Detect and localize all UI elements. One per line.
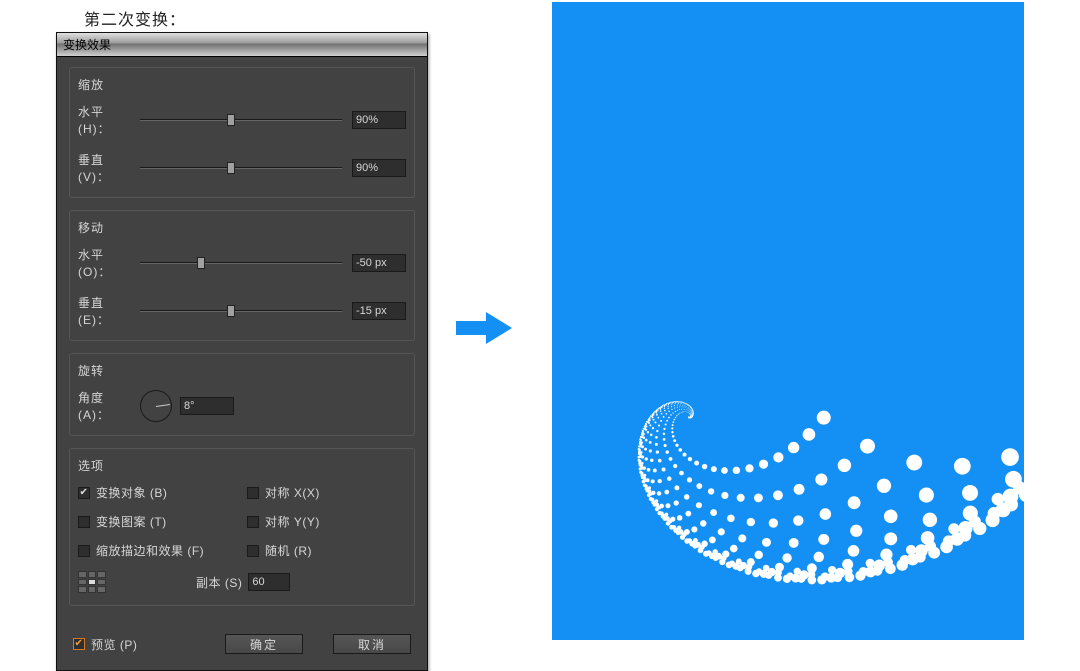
- anchor-grid-icon[interactable]: [78, 571, 106, 593]
- move-legend: 移动: [78, 219, 406, 236]
- cancel-button[interactable]: 取消: [333, 634, 411, 654]
- checkbox-icon: [78, 516, 90, 528]
- move-horizontal-slider[interactable]: [140, 256, 342, 270]
- slider-thumb[interactable]: [227, 305, 235, 317]
- slider-thumb[interactable]: [227, 114, 235, 126]
- opt-label: 缩放描边和效果 (F): [96, 542, 204, 559]
- dialog-title: 变换效果: [57, 36, 111, 53]
- preview-label: 预览 (P): [91, 636, 137, 653]
- opt-label: 对称 Y(Y): [265, 513, 320, 530]
- page-heading: 第二次变换：: [84, 6, 186, 30]
- angle-label: 角度 (A)：: [78, 389, 140, 423]
- move-vertical-slider[interactable]: [140, 304, 342, 318]
- transform-effect-dialog: 变换效果 缩放 水平 (H)： 90% 垂直 (V)： 90% 移动: [56, 32, 428, 671]
- opt-label: 随机 (R): [265, 542, 312, 559]
- scale-horizontal-row: 水平 (H)： 90%: [78, 103, 406, 137]
- scale-horizontal-input[interactable]: 90%: [352, 111, 406, 129]
- options-legend: 选项: [78, 457, 406, 474]
- opt-transform-patterns[interactable]: 变换图案 (T): [78, 513, 237, 530]
- scale-vertical-slider[interactable]: [140, 161, 342, 175]
- move-vertical-row: 垂直 (E)： -15 px: [78, 294, 406, 328]
- move-horizontal-row: 水平 (O)： -50 px: [78, 246, 406, 280]
- move-horizontal-input[interactable]: -50 px: [352, 254, 406, 272]
- scale-horizontal-label: 水平 (H)：: [78, 103, 140, 137]
- scale-group: 缩放 水平 (H)： 90% 垂直 (V)： 90%: [69, 67, 415, 198]
- opt-reflect-x[interactable]: 对称 X(X): [247, 484, 406, 501]
- scale-vertical-row: 垂直 (V)： 90%: [78, 151, 406, 185]
- dialog-footer: ✔ 预览 (P) 确定 取消: [69, 634, 415, 656]
- opt-transform-objects[interactable]: ✔ 变换对象 (B): [78, 484, 237, 501]
- checkbox-icon: [247, 487, 259, 499]
- move-vertical-input[interactable]: -15 px: [352, 302, 406, 320]
- ok-button[interactable]: 确定: [225, 634, 303, 654]
- scale-vertical-label: 垂直 (V)：: [78, 151, 140, 185]
- opt-scale-strokes[interactable]: 缩放描边和效果 (F): [78, 542, 237, 559]
- move-horizontal-label: 水平 (O)：: [78, 246, 140, 280]
- checkbox-icon: ✔: [73, 638, 85, 650]
- dialog-titlebar[interactable]: 变换效果: [57, 33, 427, 57]
- checkbox-icon: [247, 545, 259, 557]
- opt-label: 变换图案 (T): [96, 513, 167, 530]
- scale-horizontal-slider[interactable]: [140, 113, 342, 127]
- preview-checkbox[interactable]: ✔ 预览 (P): [73, 636, 137, 653]
- result-preview: [552, 2, 1024, 640]
- angle-dial[interactable]: [140, 390, 172, 422]
- copies-label: 副本 (S): [196, 574, 242, 591]
- slider-thumb[interactable]: [227, 162, 235, 174]
- rotate-row: 角度 (A)： 8°: [78, 389, 406, 423]
- opt-label: 对称 X(X): [265, 484, 320, 501]
- opt-label: 变换对象 (B): [96, 484, 167, 501]
- spiral-graphic: [552, 2, 1024, 640]
- checkbox-icon: ✔: [78, 487, 90, 499]
- scale-vertical-input[interactable]: 90%: [352, 159, 406, 177]
- rotate-group: 旋转 角度 (A)： 8°: [69, 353, 415, 436]
- dialog-body: 缩放 水平 (H)： 90% 垂直 (V)： 90% 移动 水平 (O)：: [57, 57, 427, 670]
- checkbox-icon: [247, 516, 259, 528]
- angle-input[interactable]: 8°: [180, 397, 234, 415]
- opt-reflect-y[interactable]: 对称 Y(Y): [247, 513, 406, 530]
- opt-random[interactable]: 随机 (R): [247, 542, 406, 559]
- options-group: 选项 ✔ 变换对象 (B) 对称 X(X) 变换图案 (T) 对称 Y(Y): [69, 448, 415, 606]
- scale-legend: 缩放: [78, 76, 406, 93]
- arrow-right-icon: [456, 310, 512, 351]
- anchor-row: 副本 (S) 60: [78, 571, 406, 593]
- checkbox-icon: [78, 545, 90, 557]
- move-group: 移动 水平 (O)： -50 px 垂直 (E)： -15 px: [69, 210, 415, 341]
- move-vertical-label: 垂直 (E)：: [78, 294, 140, 328]
- copies-input[interactable]: 60: [248, 573, 290, 591]
- rotate-legend: 旋转: [78, 362, 406, 379]
- slider-thumb[interactable]: [197, 257, 205, 269]
